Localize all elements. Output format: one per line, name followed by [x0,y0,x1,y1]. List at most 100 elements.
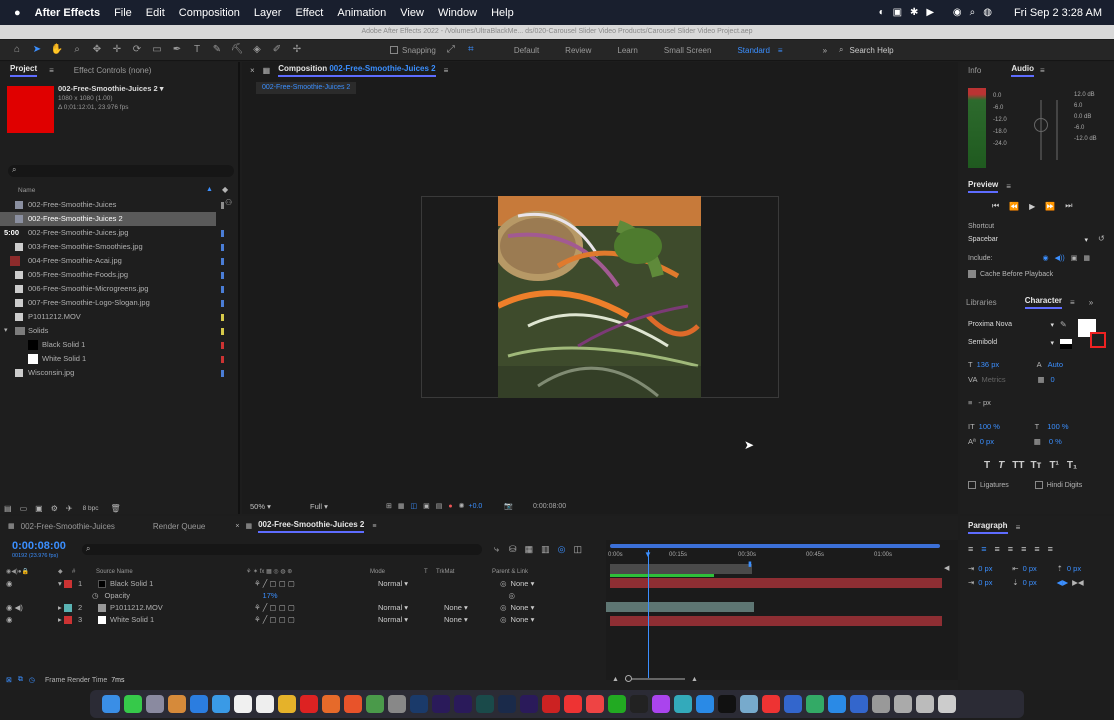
app-icon[interactable] [674,695,692,713]
comp-viewer-frame[interactable] [498,196,701,398]
list-item[interactable]: 006-Free-Smoothie-Microgreens.jpg [0,282,238,296]
expand-icon[interactable]: » [1089,298,1093,307]
direction-rtl-icon[interactable]: ▶◀ [1072,578,1084,587]
layer-label-swatch[interactable] [64,616,72,624]
comp-timecode[interactable]: 0:00:08:00 [533,503,566,510]
rotate-tool-icon[interactable]: ⟳ [130,43,144,57]
menu-file[interactable]: File [114,7,132,19]
eraser-tool-icon[interactable]: ◈ [250,43,264,57]
pen-tool-icon[interactable]: ✒ [170,43,184,57]
tab-character[interactable]: Character [1024,296,1063,309]
align-left-icon[interactable]: ≡ [968,544,973,554]
app-icon[interactable] [806,695,824,713]
transparency-grid-icon[interactable]: ▦ [398,502,405,510]
swatch-black-white-icon[interactable] [1060,339,1072,349]
pin-icon[interactable]: ✈ [66,504,73,513]
layer-switches[interactable]: ⚘ ╱ ▢ ▢ ▢ [254,614,378,626]
indent-right-value[interactable]: 0 px [1023,564,1057,573]
label-icon[interactable]: ◆ [222,185,228,194]
list-item[interactable]: 5:00 002-Free-Smoothie-Juices.jpg [0,226,238,240]
pickwhip-icon[interactable]: ◎ [500,602,507,614]
list-item[interactable]: 003-Free-Smoothie-Smoothies.jpg [0,240,238,254]
toggle-modes-icon[interactable]: ⧉ [18,676,23,684]
tab-effect-controls[interactable]: Effect Controls (none) [74,66,152,75]
search-help-input[interactable]: Search Help [850,46,894,55]
layer-switches[interactable]: ⚘ ╱ ▢ ▢ ▢ [254,578,378,590]
safari-icon[interactable] [190,695,208,713]
list-item-selected[interactable]: 002-Free-Smoothie-Juices 2 [0,212,216,226]
orbit-tool-icon[interactable]: ✥ [90,43,104,57]
layer-bar-white-solid[interactable] [610,616,942,626]
zoom-icon[interactable] [696,695,714,713]
menu-effect[interactable]: Effect [295,7,323,19]
vertical-scale-value[interactable]: 100 % [979,422,1035,431]
menu-window[interactable]: Window [438,7,477,19]
view-options-icon[interactable]: ▣ [423,502,430,510]
hindi-checkbox[interactable] [1034,481,1043,489]
zoom-tool-icon[interactable]: ⌕ [70,43,84,57]
opacity-value[interactable]: 17% [263,590,509,602]
paragraph-menu-icon[interactable]: ≡ [1016,523,1021,532]
adjust-icon[interactable]: ⚙ [51,504,58,513]
podcasts-icon[interactable] [652,695,670,713]
status-icons[interactable]: ◐▣✱▶ ◉⌕◍ [879,7,1000,18]
pickwhip-icon[interactable]: ◎ [500,578,507,590]
last-frame-icon[interactable]: ⏭ [1065,201,1072,211]
style-dropdown[interactable]: Semibold ▾ [968,339,1054,347]
layer-parent-dropdown[interactable]: None ▾ [511,578,535,590]
toggle-render-time-icon[interactable]: ◷ [29,676,35,684]
home-icon[interactable]: ⌂ [10,43,24,57]
column-parent[interactable]: Parent & Link [492,569,528,575]
selection-tool-icon[interactable]: ➤ [30,43,44,57]
after-effects-icon[interactable] [454,695,472,713]
spotify-icon[interactable] [608,695,626,713]
space-before-value[interactable]: 0 px [1067,564,1081,573]
premiere-icon[interactable] [432,695,450,713]
include-layer-icon[interactable]: ▦ [1083,254,1090,262]
exposure-value[interactable]: +0.0 [468,503,482,510]
layer-switches[interactable]: ⚘ ╱ ▢ ▢ ▢ [254,602,378,614]
column-mode[interactable]: Mode [370,569,424,575]
tab-timeline-comp-2[interactable]: 002-Free-Smoothie-Juices 2 [258,520,365,533]
layer-row[interactable]: ◉ ▸ 3 White Solid 1 ⚘ ╱ ▢ ▢ ▢ Normal ▾ N… [0,614,606,626]
new-comp-icon[interactable]: ▣ [35,504,43,513]
layer-bar-video[interactable] [606,602,754,612]
workspace-default[interactable]: Default [514,46,539,55]
eye-icon[interactable]: ◉ [6,578,58,590]
tab-info[interactable]: Info [968,66,981,75]
subscript-icon[interactable]: T₁ [1067,460,1077,471]
photoshop-icon[interactable] [410,695,428,713]
draft-3d-icon[interactable]: ⛁ [509,544,517,555]
tab-libraries[interactable]: Libraries [966,298,997,307]
close-icon[interactable]: × [235,523,239,530]
menu-view[interactable]: View [400,7,424,19]
character-menu-icon[interactable]: ≡ [1070,298,1075,307]
snapshot-icon[interactable]: 📷 [504,502,513,510]
first-line-value[interactable]: 0 px [978,578,1012,587]
opera-icon[interactable] [300,695,318,713]
launchpad-icon[interactable] [146,695,164,713]
layer-name[interactable]: Black Solid 1 [110,578,254,590]
hand-tool-icon[interactable]: ✋ [50,43,64,57]
eyedropper-icon[interactable]: ✎ [1060,320,1067,329]
channel-icon[interactable]: ▤ [436,502,443,510]
leading-value[interactable]: Auto [1048,360,1063,369]
snap-grid-icon[interactable]: ⌗ [464,43,478,57]
tab-render-queue[interactable]: Render Queue [153,522,205,531]
menu-layer[interactable]: Layer [254,7,282,19]
stroke-color-swatch[interactable] [1090,332,1106,348]
tab-composition[interactable]: Composition 002-Free-Smoothie-Juices 2 [278,64,436,77]
justify-all-icon[interactable]: ≡ [1048,544,1053,554]
column-trkmat[interactable]: TrkMat [436,569,492,575]
graph-editor-icon[interactable]: ◫ [573,544,582,555]
folder-icon[interactable] [872,695,890,713]
layer-bar-black-solid[interactable] [610,578,942,588]
list-item[interactable]: Black Solid 1 [0,338,238,352]
playhead-handle-icon[interactable]: ▼ [644,550,652,559]
comp-menu-icon[interactable]: ≡ [444,66,449,75]
pan-tool-icon[interactable]: ✛ [110,43,124,57]
pickwhip-icon[interactable]: ◎ [500,614,507,626]
menu-edit[interactable]: Edit [146,7,165,19]
mail-icon[interactable] [212,695,230,713]
track-area[interactable]: 0:00s 00:15s 00:30s 00:45s 01:00s ▼ ▮ [606,540,958,680]
